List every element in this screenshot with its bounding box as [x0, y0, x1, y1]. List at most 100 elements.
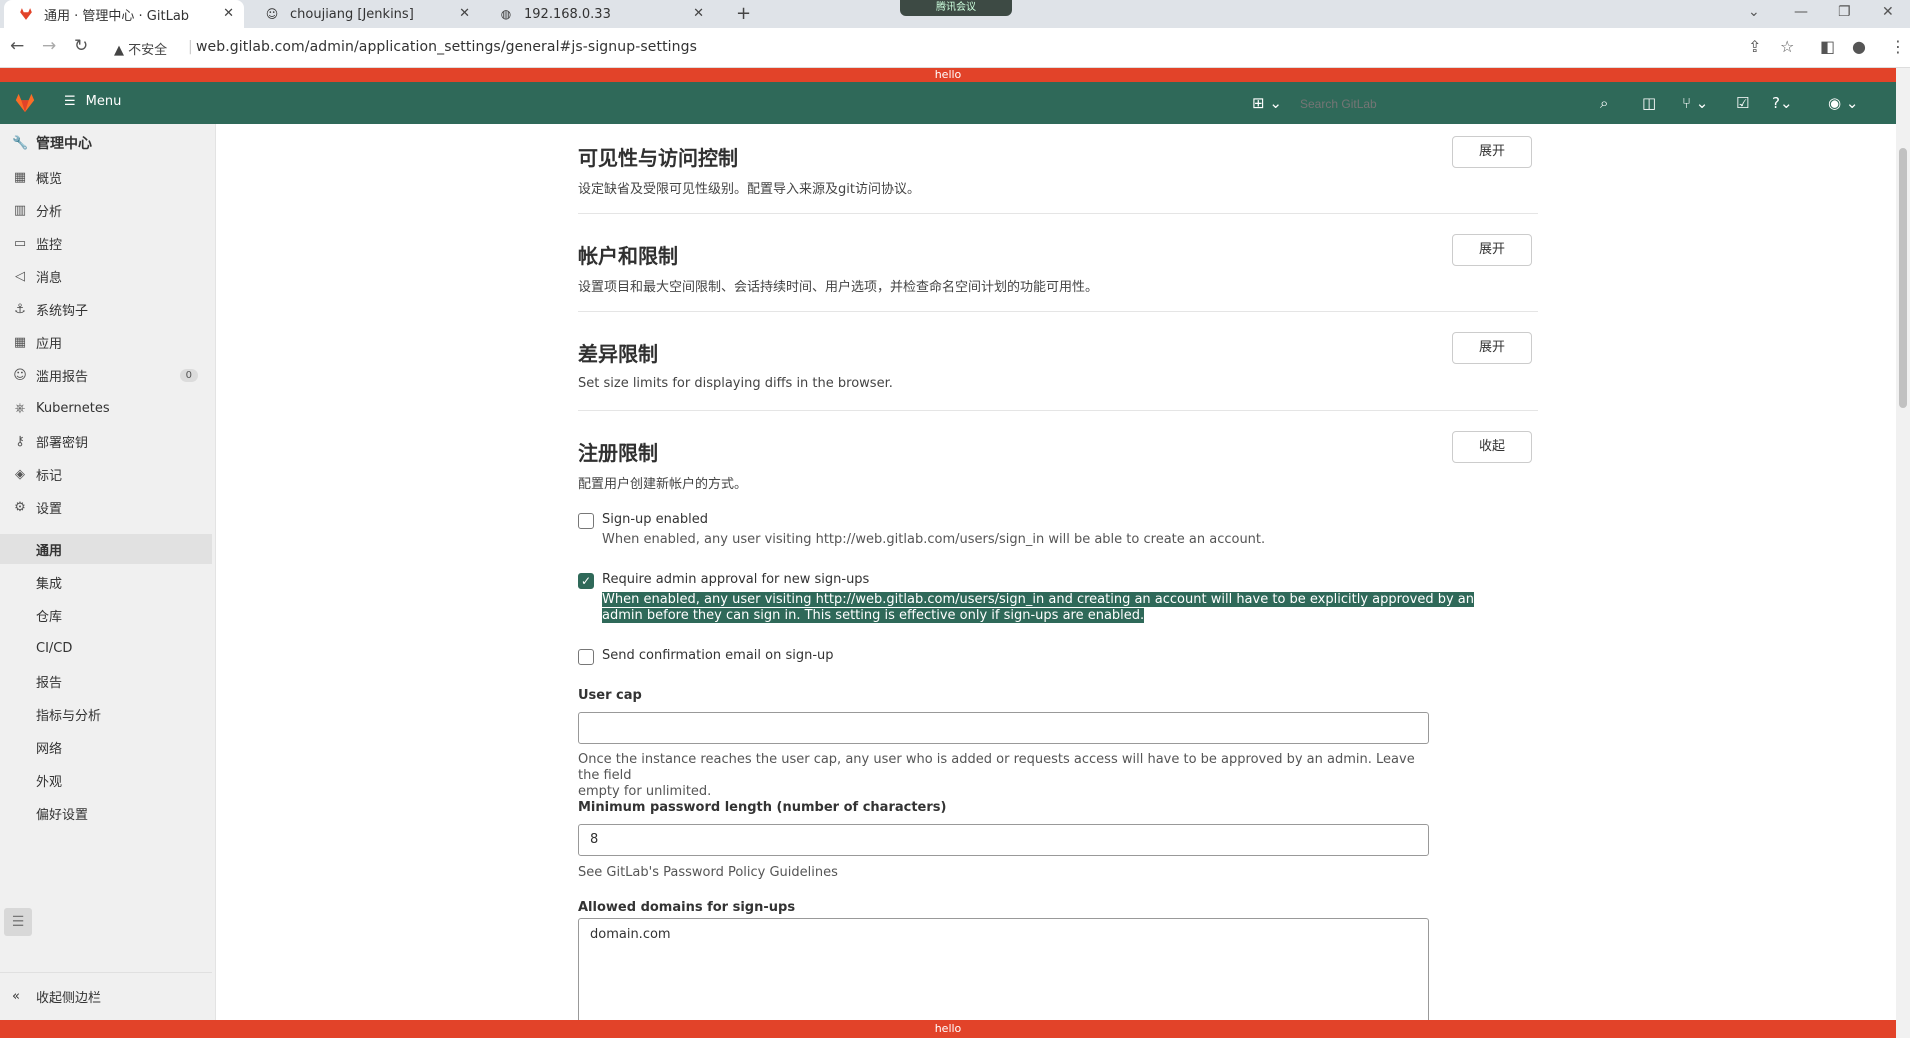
merge-requests-icon[interactable]: ⑂ ⌄	[1682, 94, 1708, 112]
search-icon[interactable]: ⌕	[1600, 94, 1608, 112]
url-input[interactable]: web.gitlab.com/admin/application_setting…	[196, 39, 697, 55]
require-admin-approval-row: ✓ Require admin approval for new sign-up…	[578, 572, 1478, 628]
browser-tab-gitlab[interactable]: 通用 · 管理中心 · GitLab ✕	[4, 0, 244, 28]
scrollbar-thumb[interactable]	[1899, 148, 1907, 408]
require-admin-approval-checkbox[interactable]: ✓	[578, 573, 594, 589]
sidebar-toggle-icon[interactable]: ☰	[4, 908, 32, 936]
search-input[interactable]	[1300, 93, 1630, 115]
sidebar-item-label: 应用	[36, 336, 63, 352]
sidebar-item-label: 分析	[36, 204, 63, 220]
help-icon[interactable]: ?⌄	[1772, 94, 1793, 112]
collapse-sidebar-button[interactable]: « 收起侧边栏	[0, 972, 212, 1020]
section-desc: 配置用户创建新帐户的方式。	[578, 477, 748, 492]
expand-button[interactable]: 展开	[1452, 332, 1532, 364]
star-icon[interactable]: ☆	[1780, 37, 1794, 56]
sidebar-item-applications[interactable]: ▦ 应用	[0, 327, 212, 357]
sidebar-header[interactable]: 🔧 管理中心	[0, 128, 212, 158]
sidebar-subitem-label: 通用	[36, 543, 63, 559]
send-confirmation-checkbox[interactable]	[578, 649, 594, 665]
gitlab-top-nav: ☰ Menu ⊞ ⌄ ⌕ ◫ ⑂ ⌄ ☑ ?⌄ ◉ ⌄	[0, 82, 1896, 124]
sidebar-item-analytics[interactable]: ▥ 分析	[0, 195, 212, 225]
allowed-domains-textarea[interactable]: domain.com	[578, 918, 1429, 1020]
key-icon: ⚷	[15, 433, 25, 449]
sidebar-subitem-preferences[interactable]: 偏好设置	[0, 798, 212, 828]
new-item-icon[interactable]: ⊞ ⌄	[1252, 94, 1282, 112]
globe-icon: ◍	[500, 7, 512, 21]
close-icon[interactable]: ✕	[459, 6, 470, 21]
gitlab-logo-icon[interactable]	[14, 92, 36, 114]
sidebar-item-labels[interactable]: ◈ 标记	[0, 459, 212, 489]
sidebar-subitem-general[interactable]: 通用	[0, 534, 212, 564]
gear-icon: ⚙	[14, 499, 26, 515]
user-cap-help-line1: Once the instance reaches the user cap, …	[578, 752, 1415, 783]
sidebar-subitem-repository[interactable]: 仓库	[0, 600, 212, 630]
sidebar-item-label: 滥用报告	[36, 369, 89, 385]
meeting-pill[interactable]: 腾讯会议	[900, 0, 1012, 16]
sidebar-subitem-label: 偏好设置	[36, 807, 89, 823]
section-desc: 设定缺省及受限可见性级别。配置导入来源及git访问协议。	[578, 182, 920, 197]
signup-enabled-help: When enabled, any user visiting http://w…	[602, 532, 1266, 547]
sidebar-panel-icon[interactable]: ◧	[1820, 37, 1835, 56]
warning-icon: ▲	[114, 43, 124, 58]
apps-icon: ▦	[13, 334, 27, 350]
expand-button[interactable]: 展开	[1452, 234, 1532, 266]
double-chevron-left-icon: «	[12, 989, 20, 1004]
sidebar-item-deploy-keys[interactable]: ⚷ 部署密钥	[0, 426, 212, 456]
sidebar-subitem-appearance[interactable]: 外观	[0, 765, 212, 795]
tab-search-icon[interactable]: ⌄	[1748, 4, 1760, 20]
restore-icon[interactable]: ❐	[1838, 4, 1851, 20]
forward-icon[interactable]: →	[42, 36, 56, 56]
sidebar-subitem-metrics[interactable]: 指标与分析	[0, 699, 212, 729]
close-window-icon[interactable]: ✕	[1882, 4, 1894, 20]
tab-title: 通用 · 管理中心 · GitLab	[44, 8, 190, 24]
require-admin-approval-help-line2: admin before they can sign in. This sett…	[602, 608, 1145, 623]
more-icon[interactable]: ⋮	[1890, 37, 1906, 56]
reload-icon[interactable]: ↻	[74, 36, 88, 56]
page-scrollbar[interactable]	[1896, 68, 1910, 1038]
sidebar-item-abuse[interactable]: ☺ 滥用报告 0	[0, 360, 212, 390]
user-cap-input[interactable]	[578, 712, 1429, 744]
sidebar-item-hooks[interactable]: ⚓ 系统钩子	[0, 294, 212, 324]
insecure-label: 不安全	[128, 43, 168, 58]
sidebar-item-messages[interactable]: ◁ 消息	[0, 261, 212, 291]
minimize-icon[interactable]: —	[1794, 4, 1808, 20]
hamburger-icon: ☰	[64, 94, 76, 109]
sidebar-item-kubernetes[interactable]: ⎈ Kubernetes	[0, 393, 212, 423]
issues-icon[interactable]: ◫	[1642, 94, 1656, 112]
sidebar-item-overview[interactable]: ▦ 概览	[0, 162, 212, 192]
section-title: 可见性与访问控制	[578, 146, 738, 170]
close-icon[interactable]: ✕	[693, 6, 704, 21]
expand-button[interactable]: 展开	[1452, 136, 1532, 168]
monitor-icon: ▭	[13, 235, 27, 251]
menu-button[interactable]: ☰ Menu	[64, 94, 121, 109]
bottom-hello-banner: hello	[0, 1020, 1896, 1038]
section-account-limits: 帐户和限制 设置项目和最大空间限制、会话持续时间、用户选项，并检查命名空间计划的…	[578, 214, 1538, 312]
sidebar-item-monitoring[interactable]: ▭ 监控	[0, 228, 212, 258]
sidebar-subitem-reporting[interactable]: 报告	[0, 666, 212, 696]
collapse-button[interactable]: 收起	[1452, 431, 1532, 463]
close-icon[interactable]: ✕	[223, 6, 234, 21]
signup-enabled-checkbox[interactable]	[578, 513, 594, 529]
overview-icon: ▦	[13, 169, 27, 185]
address-bar: ← → ↻ ▲ 不安全 | web.gitlab.com/admin/appli…	[0, 28, 1910, 68]
password-policy-link[interactable]: See GitLab's Password Policy Guidelines	[578, 865, 1438, 881]
new-tab-icon[interactable]: +	[736, 3, 751, 24]
sidebar-subitem-cicd[interactable]: CI/CD	[0, 633, 212, 663]
browser-tab-ip[interactable]: ◍ 192.168.0.33 ✕	[484, 0, 714, 28]
browser-tab-jenkins[interactable]: ☺ choujiang [Jenkins] ✕	[250, 0, 480, 28]
bullhorn-icon: ◁	[15, 268, 25, 284]
sidebar-subitem-integrations[interactable]: 集成	[0, 567, 212, 597]
todos-icon[interactable]: ☑	[1736, 94, 1749, 112]
signup-enabled-label: Sign-up enabled	[602, 512, 708, 527]
sidebar-item-settings[interactable]: ⚙ 设置	[0, 492, 212, 522]
sidebar-item-label: 标记	[36, 468, 63, 484]
sidebar-subitem-network[interactable]: 网络	[0, 732, 212, 762]
avatar[interactable]: ◉ ⌄	[1828, 94, 1858, 112]
min-password-input[interactable]: 8	[578, 824, 1429, 856]
insecure-indicator[interactable]: ▲ 不安全	[114, 39, 167, 58]
jenkins-favicon-icon: ☺	[265, 7, 279, 21]
back-icon[interactable]: ←	[10, 36, 24, 56]
profile-icon[interactable]: ●	[1852, 37, 1866, 56]
share-icon[interactable]: ⇪	[1748, 37, 1761, 56]
tab-title: choujiang [Jenkins]	[290, 6, 414, 22]
